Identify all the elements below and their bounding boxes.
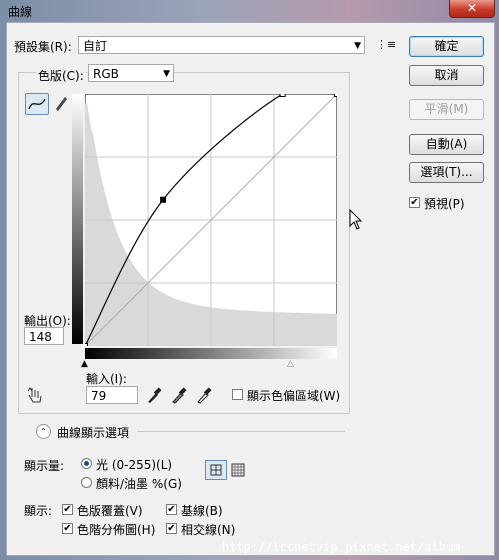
divider	[137, 431, 345, 432]
grid-4-icon	[210, 464, 222, 476]
channel-label: 色版(C):	[36, 67, 86, 84]
show-amount-label: 顯示量:	[24, 459, 65, 473]
preset-label: 預設集(R):	[14, 40, 72, 54]
input-label: 輸入(I):	[86, 372, 127, 386]
preset-select[interactable]: 自訂 ▼	[78, 36, 365, 54]
channel-value: RGB	[93, 67, 119, 81]
curve-tool-icon	[28, 98, 46, 110]
white-point-slider[interactable]: △	[287, 359, 294, 369]
show-clipping-label: 顯示色偏區域(W)	[247, 389, 341, 403]
light-radio-label: 光 (0-255)(L)	[96, 458, 173, 472]
close-icon: ✕	[466, 1, 478, 15]
pigment-radio-label: 顏料/油墨 %(G)	[96, 477, 182, 491]
auto-button[interactable]: 自動(A)	[409, 134, 484, 155]
pencil-icon[interactable]	[51, 93, 69, 113]
preview-label: 預視(P)	[424, 197, 465, 211]
gray-eyedropper-icon[interactable]	[171, 386, 187, 404]
smooth-button[interactable]: 平滑(M)	[409, 99, 484, 120]
title-bar[interactable]: 曲線 ✕	[0, 0, 499, 22]
cancel-button[interactable]: 取消	[409, 65, 484, 86]
window-title: 曲線	[8, 5, 33, 19]
options-button[interactable]: 選項(T)...	[409, 162, 484, 183]
channel-select[interactable]: RGB ▼	[88, 64, 174, 82]
preset-menu-icon[interactable]: ⋮≡	[376, 38, 396, 51]
output-field[interactable]: 148	[24, 327, 64, 345]
histogram-checkbox[interactable]: ✔	[62, 523, 73, 534]
grid-simple-button[interactable]	[205, 460, 227, 480]
ok-button[interactable]: 確定	[409, 36, 484, 57]
curve-options-label: 曲線顯示選項	[57, 426, 130, 440]
collapse-options-button[interactable]: ⌃	[36, 424, 51, 439]
watermark: http://lccnetvip.pixnet.net/album	[222, 540, 461, 554]
channel-overlay-label: 色版覆蓋(V)	[77, 504, 143, 518]
curve-control-point[interactable]	[85, 343, 88, 347]
curve-control-point[interactable]	[160, 196, 167, 203]
black-eyedropper-icon[interactable]	[146, 386, 162, 404]
intersection-label: 相交線(N)	[181, 523, 236, 537]
preview-checkbox[interactable]: ✔	[409, 197, 420, 208]
close-button[interactable]: ✕	[449, 0, 495, 18]
input-gradient-bar	[85, 348, 337, 359]
chevron-up-icon: ⌃	[40, 427, 47, 436]
baseline-label: 基線(B)	[181, 504, 223, 518]
show-label: 顯示:	[24, 504, 53, 518]
white-eyedropper-icon[interactable]	[196, 386, 212, 404]
show-clipping-checkbox[interactable]	[232, 389, 243, 400]
curve-control-point[interactable]	[279, 94, 286, 97]
histogram-label: 色階分佈圖(H)	[77, 523, 156, 537]
grid-10-icon[interactable]	[229, 461, 247, 479]
curve-tool-button[interactable]	[25, 93, 49, 115]
mouse-cursor-icon	[349, 209, 363, 230]
intersection-checkbox[interactable]: ✔	[166, 523, 177, 534]
black-point-slider[interactable]: ▲	[81, 359, 88, 369]
pigment-radio[interactable]	[81, 477, 92, 488]
light-radio[interactable]	[81, 458, 92, 469]
chevron-down-icon: ▼	[163, 69, 170, 79]
output-gradient-bar	[72, 94, 83, 344]
baseline-checkbox[interactable]: ✔	[166, 504, 177, 515]
preset-value: 自訂	[83, 39, 108, 53]
channel-overlay-checkbox[interactable]: ✔	[62, 504, 73, 515]
curve-control-point[interactable]	[334, 94, 338, 97]
curve-graph[interactable]	[85, 94, 337, 346]
chevron-down-icon: ▼	[354, 41, 361, 51]
hand-adjust-icon[interactable]	[26, 386, 46, 404]
input-field[interactable]: 79	[86, 386, 138, 404]
